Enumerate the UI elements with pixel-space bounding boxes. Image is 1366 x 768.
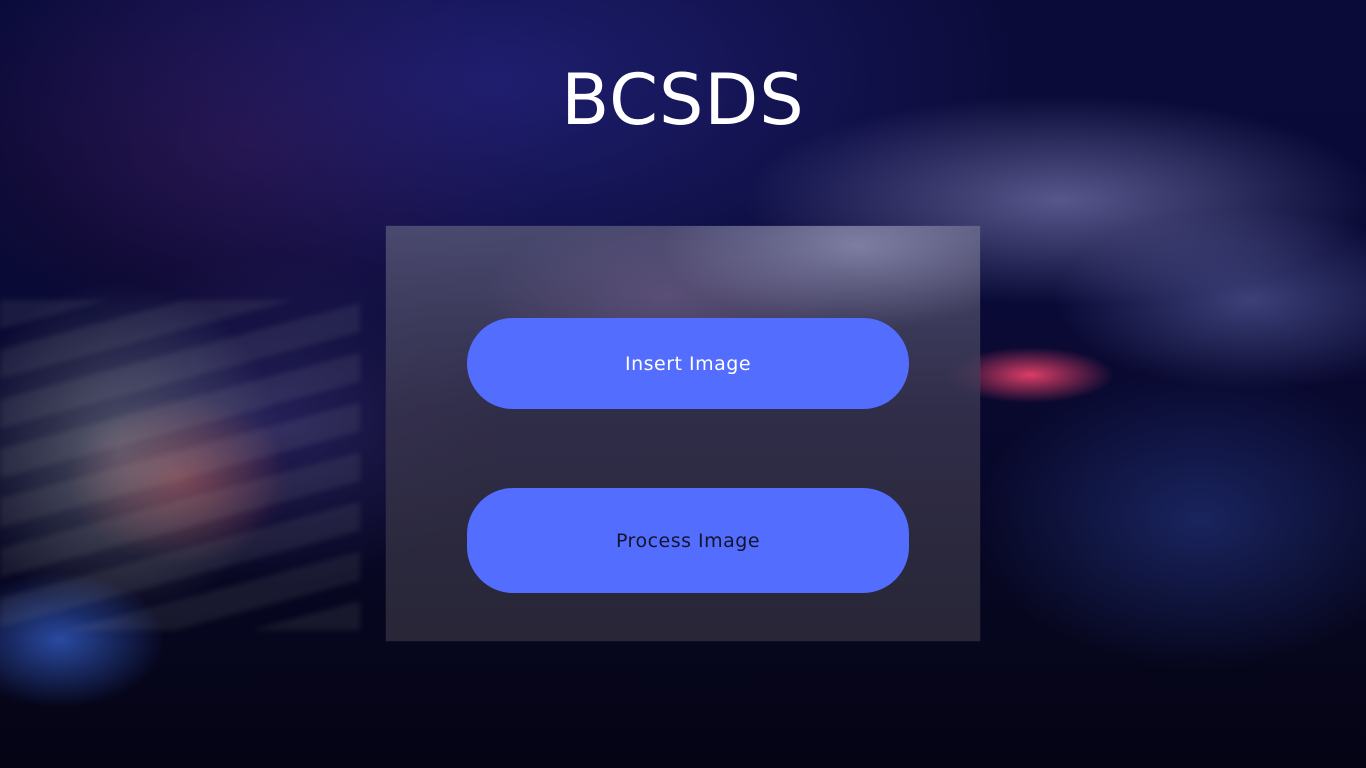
action-panel: Insert Image Process Image <box>386 226 980 641</box>
insert-image-button[interactable]: Insert Image <box>467 318 909 409</box>
app-screen: BCSDS Insert Image Process Image <box>0 0 1366 768</box>
keyboard-backdrop <box>0 300 360 630</box>
process-image-button[interactable]: Process Image <box>467 488 909 593</box>
page-title: BCSDS <box>561 59 805 141</box>
